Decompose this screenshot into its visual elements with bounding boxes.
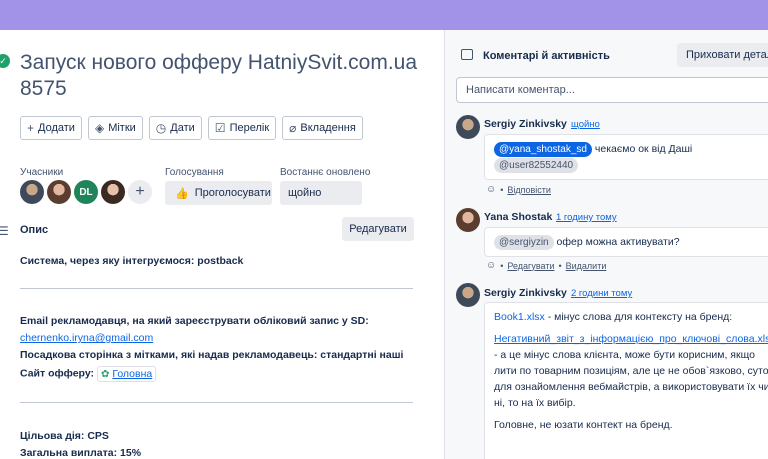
add-member-button[interactable]: + [128, 180, 152, 204]
vote-button[interactable]: 👍 Проголосувати [165, 181, 272, 205]
avatar[interactable] [456, 208, 480, 232]
comment-icon [461, 49, 473, 60]
edit-comment-button[interactable]: Редагувати [507, 261, 554, 271]
description-line: Посадкова сторінка з мітками, які надав … [20, 349, 404, 361]
plus-icon: + [27, 121, 35, 135]
reaction-icon[interactable]: ☺ [486, 184, 496, 195]
description-line: Система, через яку інтегруємося: postbac… [20, 255, 244, 267]
comment-time[interactable]: щойно [571, 119, 600, 130]
votes-label: Голосування [165, 167, 224, 178]
comment-text: Головне, не юзати контект на бренд. [494, 419, 673, 431]
description-label: Опис [20, 224, 49, 236]
updated-value: щойно [280, 181, 362, 205]
avatar[interactable]: DL [74, 180, 98, 204]
updated-label: Востаннє оновлено [280, 167, 371, 178]
site-row: Сайт офферу: ✿ Головна [20, 366, 157, 382]
dates-button[interactable]: ◷ Дати [148, 116, 202, 140]
avatar[interactable] [47, 180, 71, 204]
attachment-link[interactable]: Негативний_звіт_з_інформацією_про_ключов… [494, 333, 768, 345]
avatar[interactable] [20, 180, 44, 204]
comment-actions: ☺ • Редагувати • Видалити [486, 260, 607, 271]
reaction-icon[interactable]: ☺ [486, 260, 496, 271]
attachment-button[interactable]: ⌀ Вкладення [282, 116, 363, 140]
comment-author[interactable]: Sergiy Zinkivsky [484, 287, 567, 299]
comment-body: @sergiyzin офер можна активувати? [484, 227, 768, 257]
mention[interactable]: @user82552440 [494, 158, 579, 173]
email-link[interactable]: chernenko.iryna@gmail.com [20, 332, 153, 344]
add-button[interactable]: + Додати [20, 116, 82, 140]
activity-title: Коментарі й активність [483, 50, 610, 62]
checklist-button[interactable]: ☑ Перелік [207, 116, 277, 140]
members-label: Учасники [20, 167, 64, 178]
hide-details-button[interactable]: Приховати деталі [677, 43, 768, 67]
card-title[interactable]: Запуск нового офферу HatniySvit.com.ua 8… [20, 50, 420, 102]
comment-time[interactable]: 1 годину тому [556, 212, 617, 223]
divider [20, 288, 413, 289]
tag-icon: ◈ [94, 121, 105, 135]
site-link[interactable]: ✿ Головна [96, 366, 157, 382]
site-favicon-icon: ✿ [100, 368, 110, 380]
comment-author[interactable]: Yana Shostak [484, 211, 552, 223]
comment-input[interactable]: Написати коментар... [456, 77, 768, 103]
comment-body: Book1.xlsx - мінус слова для контексту н… [484, 302, 768, 459]
members-list: DL + [20, 180, 152, 204]
clock-icon: ◷ [155, 121, 167, 135]
avatar[interactable] [101, 180, 125, 204]
card-details-panel: ✓ Запуск нового офферу HatniySvit.com.ua… [0, 30, 444, 459]
description-line: Email рекламодавця, на який зареєструват… [20, 315, 369, 327]
paperclip-icon: ⌀ [289, 121, 297, 135]
comment-body: @yana_shostak_sd чекаємо ок від Даші @us… [484, 134, 768, 180]
divider [20, 402, 413, 403]
avatar[interactable] [456, 115, 480, 139]
edit-description-button[interactable]: Редагувати [342, 217, 414, 241]
thumbs-up-icon: 👍 [175, 187, 189, 200]
attachment-link[interactable]: Book1.xlsx [494, 311, 545, 323]
complete-check-icon[interactable]: ✓ [0, 54, 10, 68]
mention[interactable]: @sergiyzin [494, 235, 554, 250]
description-line: Загальна виплата: 15% [20, 447, 142, 459]
comment-author[interactable]: Sergiy Zinkivsky [484, 118, 567, 130]
description-icon: ☰ [0, 224, 9, 238]
mention[interactable]: @yana_shostak_sd [494, 142, 592, 157]
avatar[interactable] [456, 283, 480, 307]
card-actions: + Додати ◈ Мітки ◷ Дати ☑ Перелік ⌀ Вкладення [20, 116, 363, 140]
reply-button[interactable]: Відповісти [507, 185, 551, 195]
checklist-icon: ☑ [214, 121, 226, 135]
description-line: Цільова дія: CPS [20, 430, 109, 442]
top-banner [0, 0, 768, 30]
labels-button[interactable]: ◈ Мітки [87, 116, 143, 140]
activity-panel: Коментарі й активність Приховати деталі … [444, 30, 768, 459]
delete-comment-button[interactable]: Видалити [566, 261, 607, 271]
comment-actions: ☺ • Відповісти [486, 184, 551, 195]
comment-time[interactable]: 2 години тому [571, 288, 632, 299]
